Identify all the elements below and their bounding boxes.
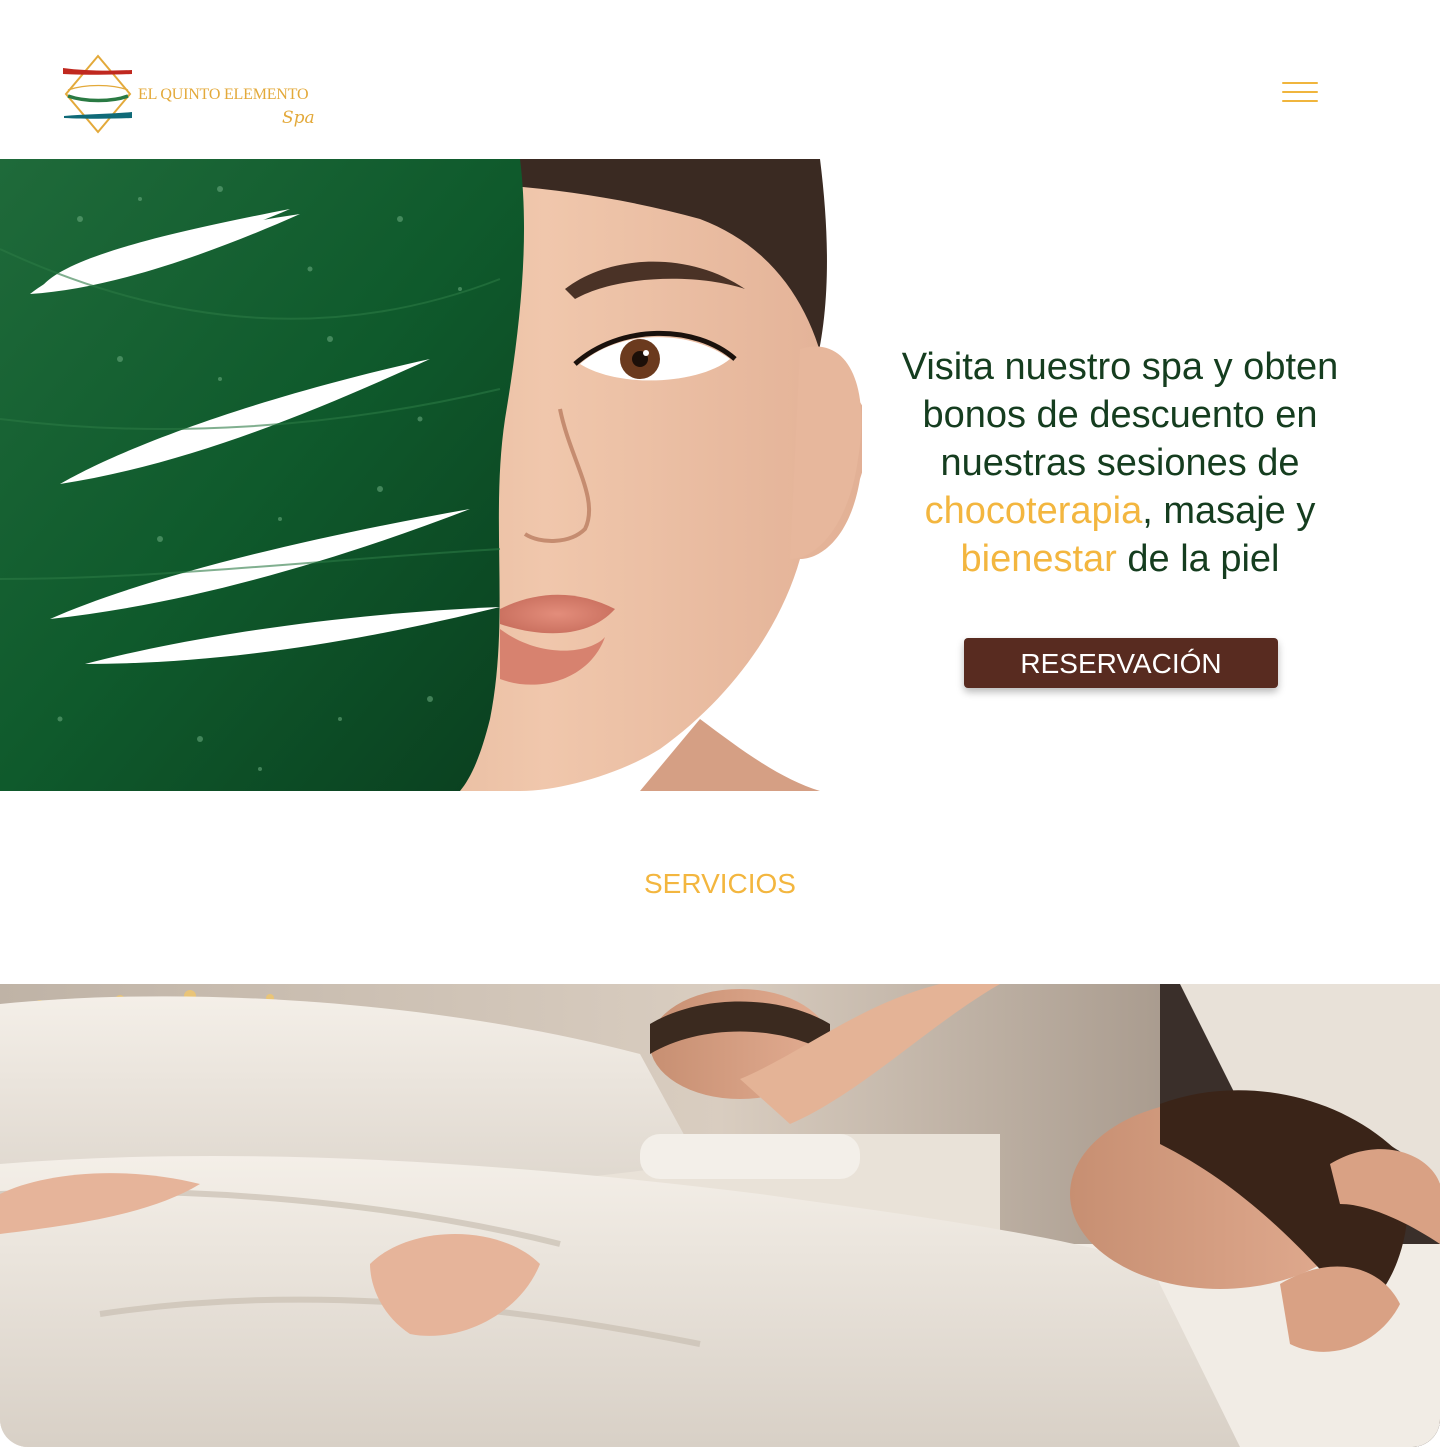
hero-line: Visita nuestro spa y obten	[901, 346, 1339, 388]
brand-logo[interactable]: EL QUINTO ELEMENTO Spa	[60, 50, 330, 145]
highlight-bienestar: bienestar	[960, 538, 1117, 580]
hero-line-rest: de la piel	[1116, 538, 1280, 580]
hero-line: bonos de descuento en	[922, 394, 1318, 436]
page: EL QUINTO ELEMENTO Spa Visita nuestro sp…	[0, 0, 1440, 1447]
hero-line: chocoterapia, masaje y	[870, 487, 1370, 535]
logo-emblem-icon	[63, 54, 132, 134]
menu-bar	[1282, 82, 1318, 84]
hero-headline: Visita nuestro spa y obten bonos de desc…	[870, 343, 1370, 583]
menu-bar	[1282, 100, 1318, 102]
hero-section: Visita nuestro spa y obten bonos de desc…	[0, 159, 1440, 791]
highlight-chocoterapia: chocoterapia	[924, 490, 1143, 532]
services-heading: SERVICIOS	[644, 868, 796, 899]
menu-bar	[1282, 91, 1318, 93]
brand-name: EL QUINTO ELEMENTO	[138, 86, 309, 103]
brand-subtitle: Spa	[282, 108, 315, 128]
reservation-button[interactable]: RESERVACIÓN	[964, 638, 1278, 688]
hero-image	[0, 159, 862, 791]
hero-line: bienestar de la piel	[870, 535, 1370, 583]
hero-line-rest: , masaje y	[1142, 490, 1316, 532]
hero-line: nuestras sesiones de	[940, 442, 1300, 484]
site-header: EL QUINTO ELEMENTO Spa	[0, 0, 1440, 159]
services-image	[0, 984, 1440, 1447]
hamburger-menu-icon[interactable]	[1280, 78, 1320, 106]
